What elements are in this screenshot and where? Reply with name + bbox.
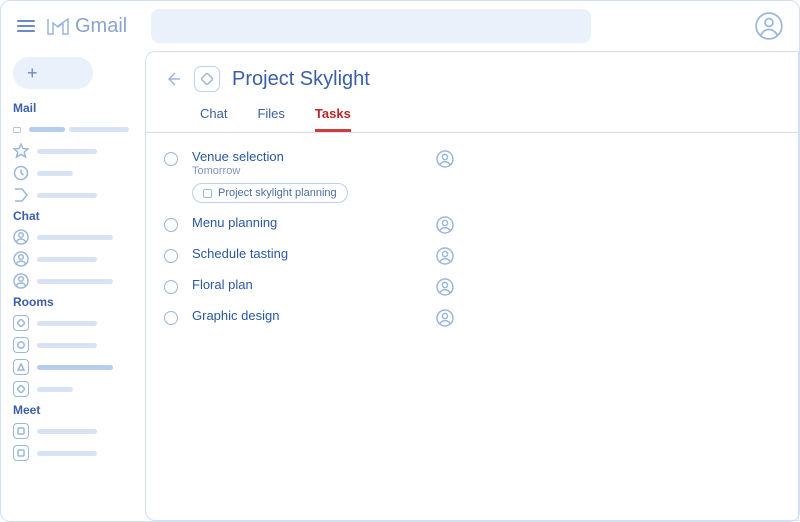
room-item[interactable] bbox=[13, 337, 129, 353]
assignee-icon[interactable] bbox=[436, 150, 454, 168]
account-icon[interactable] bbox=[755, 12, 783, 40]
chat-item[interactable] bbox=[13, 229, 129, 245]
app-body: + Mail Chat bbox=[1, 51, 799, 521]
task-title: Graphic design bbox=[192, 308, 422, 323]
app-header: Gmail bbox=[1, 1, 799, 51]
room-header: Project Skylight Chat Files Tasks bbox=[146, 52, 798, 132]
placeholder-line bbox=[37, 451, 97, 456]
room-icon bbox=[13, 359, 29, 375]
placeholder-line bbox=[37, 387, 73, 392]
app-window: Gmail + Mail bbox=[0, 0, 800, 522]
tab-tasks[interactable]: Tasks bbox=[315, 106, 351, 132]
section-meet-label: Meet bbox=[13, 403, 129, 417]
task-row[interactable]: Schedule tasting bbox=[164, 240, 780, 271]
task-row[interactable]: Menu planning bbox=[164, 209, 780, 240]
main-panel: Project Skylight Chat Files Tasks Venue … bbox=[145, 51, 799, 521]
tab-chat[interactable]: Chat bbox=[200, 106, 227, 132]
compose-button[interactable]: + bbox=[13, 57, 93, 89]
task-body: Menu planning bbox=[192, 215, 422, 230]
chat-item[interactable] bbox=[13, 273, 129, 289]
room-icon bbox=[13, 315, 29, 331]
task-row[interactable]: Venue selection Tomorrow Project skyligh… bbox=[164, 143, 780, 209]
task-subtitle: Tomorrow bbox=[192, 165, 422, 177]
plus-icon: + bbox=[27, 64, 38, 82]
placeholder-line bbox=[37, 365, 113, 370]
task-title: Schedule tasting bbox=[192, 246, 422, 261]
room-item[interactable] bbox=[13, 359, 129, 375]
task-body: Venue selection Tomorrow Project skyligh… bbox=[192, 149, 422, 203]
room-icon bbox=[13, 381, 29, 397]
meet-icon bbox=[13, 423, 29, 439]
placeholder-line bbox=[37, 279, 113, 284]
task-title: Venue selection bbox=[192, 149, 422, 164]
placeholder-line bbox=[37, 235, 113, 240]
task-complete-toggle[interactable] bbox=[164, 249, 178, 263]
task-body: Graphic design bbox=[192, 308, 422, 323]
back-arrow-icon[interactable] bbox=[164, 70, 182, 88]
section-chat-label: Chat bbox=[13, 209, 129, 223]
room-item[interactable] bbox=[13, 315, 129, 331]
meet-item[interactable] bbox=[13, 423, 129, 439]
section-mail-label: Mail bbox=[13, 101, 129, 115]
task-body: Schedule tasting bbox=[192, 246, 422, 261]
section-rooms-label: Rooms bbox=[13, 295, 129, 309]
placeholder-line bbox=[37, 171, 73, 176]
task-complete-toggle[interactable] bbox=[164, 218, 178, 232]
meet-item[interactable] bbox=[13, 445, 129, 461]
room-icon bbox=[13, 337, 29, 353]
mail-item[interactable] bbox=[13, 121, 129, 137]
placeholder-line bbox=[37, 429, 97, 434]
chat-item[interactable] bbox=[13, 251, 129, 267]
task-row[interactable]: Floral plan bbox=[164, 271, 780, 302]
room-title-row: Project Skylight bbox=[164, 66, 780, 92]
placeholder-line bbox=[29, 127, 129, 132]
placeholder-line bbox=[37, 321, 97, 326]
person-icon bbox=[13, 229, 29, 245]
room-title: Project Skylight bbox=[232, 68, 370, 91]
task-body: Floral plan bbox=[192, 277, 422, 292]
assignee-icon[interactable] bbox=[436, 309, 454, 327]
meet-icon bbox=[13, 445, 29, 461]
mail-item[interactable] bbox=[13, 187, 129, 203]
placeholder-line bbox=[37, 343, 97, 348]
task-title: Floral plan bbox=[192, 277, 422, 292]
placeholder-line bbox=[37, 257, 97, 262]
assignee-icon[interactable] bbox=[436, 216, 454, 234]
person-icon bbox=[13, 251, 29, 267]
assignee-icon[interactable] bbox=[436, 278, 454, 296]
task-title: Menu planning bbox=[192, 215, 422, 230]
task-complete-toggle[interactable] bbox=[164, 280, 178, 294]
assignee-icon[interactable] bbox=[436, 247, 454, 265]
gmail-m-icon bbox=[47, 18, 69, 35]
chip-icon bbox=[203, 189, 212, 198]
room-item[interactable] bbox=[13, 381, 129, 397]
menu-icon[interactable] bbox=[17, 20, 35, 32]
person-icon bbox=[13, 273, 29, 289]
task-row[interactable]: Graphic design bbox=[164, 302, 780, 333]
mail-item[interactable] bbox=[13, 165, 129, 181]
task-complete-toggle[interactable] bbox=[164, 311, 178, 325]
placeholder-line bbox=[37, 193, 97, 198]
room-avatar-icon bbox=[194, 66, 220, 92]
sidebar: + Mail Chat bbox=[1, 51, 141, 521]
search-input[interactable] bbox=[151, 9, 591, 43]
gmail-logo[interactable]: Gmail bbox=[47, 15, 127, 38]
mail-item[interactable] bbox=[13, 143, 129, 159]
tab-files[interactable]: Files bbox=[257, 106, 284, 132]
task-complete-toggle[interactable] bbox=[164, 152, 178, 166]
task-chip[interactable]: Project skylight planning bbox=[192, 183, 348, 203]
chip-label: Project skylight planning bbox=[218, 187, 337, 199]
task-list: Venue selection Tomorrow Project skyligh… bbox=[146, 133, 798, 520]
product-name: Gmail bbox=[75, 15, 127, 38]
room-tabs: Chat Files Tasks bbox=[164, 92, 780, 132]
placeholder-line bbox=[37, 149, 97, 154]
